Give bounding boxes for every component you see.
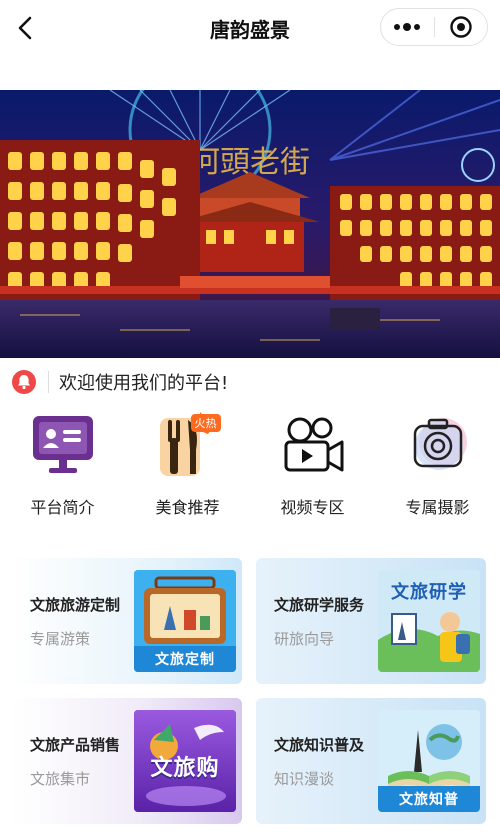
close-mini-program-button[interactable] — [435, 9, 488, 45]
quick-link-label: 视频专区 — [280, 498, 345, 517]
mini-program-capsule — [380, 8, 488, 46]
quick-link-photography[interactable]: 专属摄影 — [375, 410, 500, 530]
card-subtitle: 研旅向导 — [274, 630, 335, 648]
notice-bar[interactable]: 欢迎使用我们的平台! — [0, 362, 500, 402]
monitor-profile-icon — [28, 410, 98, 480]
card-subtitle: 文旅集市 — [30, 770, 91, 788]
notice-divider — [48, 371, 49, 393]
notice-text: 欢迎使用我们的平台! — [59, 373, 229, 394]
card-thumbnail: 文旅知普 — [378, 710, 480, 812]
card-product-sales[interactable]: 文旅产品销售 文旅集市 文旅购 — [12, 698, 242, 824]
quick-link-video[interactable]: 视频专区 — [250, 410, 375, 530]
hot-badge: 火热 — [190, 414, 221, 432]
card-title: 文旅研学服务 — [274, 596, 365, 614]
quick-link-label: 美食推荐 — [155, 498, 220, 517]
card-title: 文旅旅游定制 — [30, 596, 121, 614]
camera-lens-icon — [403, 410, 473, 480]
thumbnail-caption: 文旅定制 — [134, 646, 236, 672]
card-subtitle: 专属游策 — [30, 630, 91, 648]
thumbnail-caption: 文旅研学 — [391, 582, 467, 603]
thumbnail-caption: 文旅购 — [150, 756, 220, 781]
night-street-illustration: 河頭老街 — [0, 90, 500, 358]
quick-link-label: 平台简介 — [30, 498, 95, 517]
more-button[interactable] — [381, 9, 434, 45]
top-nav-bar: 唐韵盛景 — [0, 0, 500, 56]
card-knowledge[interactable]: 文旅知识普及 知识漫谈 文旅知普 — [256, 698, 486, 824]
quick-link-label: 专属摄影 — [405, 498, 470, 517]
quick-link-platform-intro[interactable]: 平台简介 — [0, 410, 125, 530]
video-camera-icon — [278, 410, 348, 480]
card-title: 文旅知识普及 — [274, 736, 365, 754]
card-thumbnail: 文旅购 — [134, 710, 236, 812]
thumbnail-caption: 文旅知普 — [378, 786, 480, 812]
more-dots-icon — [394, 23, 421, 31]
hero-banner[interactable]: 河頭老街 — [0, 90, 500, 358]
bell-icon — [12, 370, 36, 394]
card-study-service[interactable]: 文旅研学服务 研旅向导 文旅研学 — [256, 558, 486, 684]
fork-knife-icon: 火热 — [153, 410, 223, 480]
target-circle-icon — [450, 16, 472, 38]
card-thumbnail: 文旅定制 — [134, 570, 236, 672]
card-title: 文旅产品销售 — [30, 736, 121, 754]
quick-links-grid: 平台简介 火热 美食推荐 视频专区 专属摄影 — [0, 410, 500, 530]
card-subtitle: 知识漫谈 — [274, 770, 335, 788]
card-travel-customization[interactable]: 文旅旅游定制 专属游策 文旅定制 — [12, 558, 242, 684]
card-thumbnail: 文旅研学 — [378, 570, 480, 672]
quick-link-food[interactable]: 火热 美食推荐 — [125, 410, 250, 530]
